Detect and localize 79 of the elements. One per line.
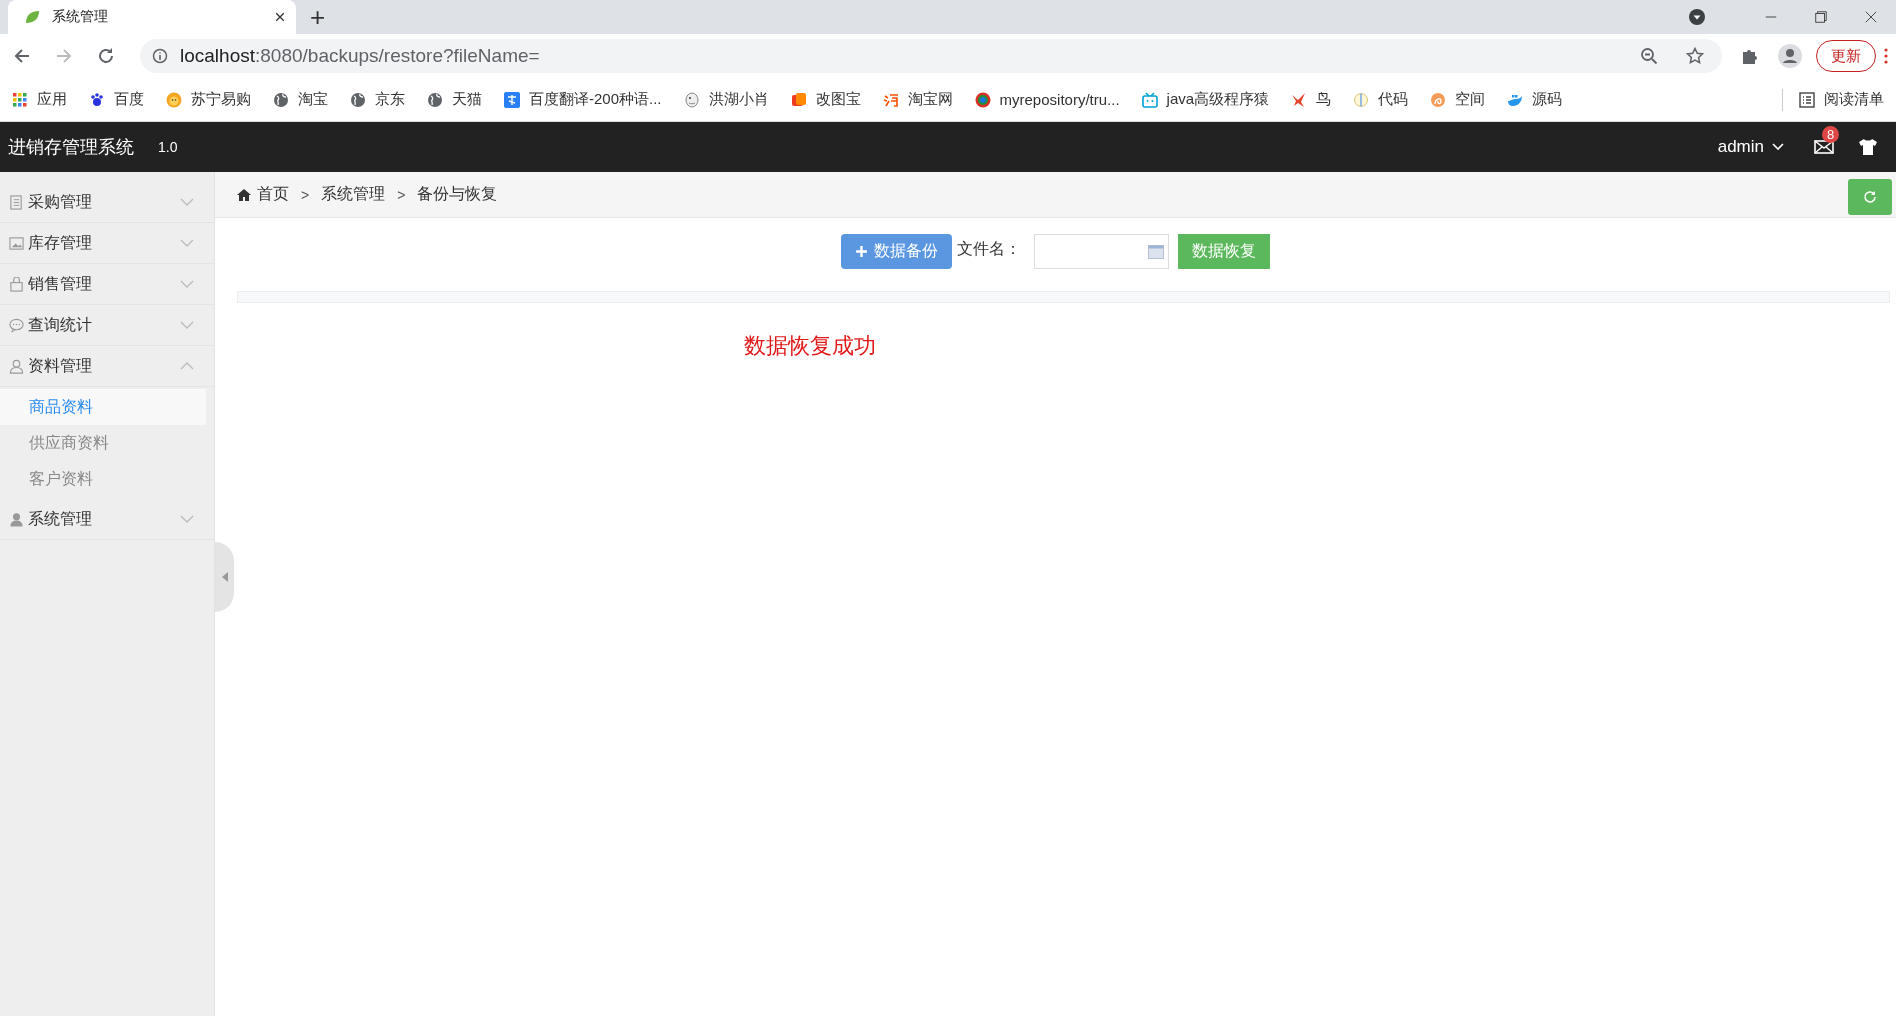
menu-icon[interactable] bbox=[1884, 48, 1888, 64]
swirl-icon bbox=[1430, 91, 1447, 108]
bookmark-link[interactable]: 京东 bbox=[348, 86, 407, 113]
breadcrumb-link[interactable]: 首页 bbox=[237, 184, 289, 205]
document-icon bbox=[9, 194, 24, 210]
globe-icon bbox=[427, 91, 443, 108]
globe-icon bbox=[350, 91, 366, 108]
bookmark-link[interactable]: 淘宝网 bbox=[880, 86, 955, 113]
calendar-icon bbox=[1148, 244, 1164, 259]
bookmark-link[interactable]: java高级程序猿 bbox=[1139, 86, 1272, 113]
filename-label: 文件名： bbox=[957, 239, 1021, 259]
menu-item[interactable]: 查询统计 bbox=[0, 305, 214, 346]
sidebar-collapse-handle[interactable] bbox=[215, 542, 234, 612]
app-title: 进销存管理系统 bbox=[8, 136, 134, 159]
caret-left-icon bbox=[221, 572, 228, 582]
bookmark-link[interactable]: 空间 bbox=[1428, 86, 1488, 113]
shirt-icon[interactable] bbox=[1858, 138, 1878, 156]
app-version: 1.0 bbox=[158, 139, 178, 155]
bookmark-link[interactable]: 洪湖小肖 bbox=[681, 86, 771, 113]
bookmark-link[interactable]: 百度翻译-200种语... bbox=[502, 86, 664, 113]
profile-icon[interactable] bbox=[1778, 44, 1802, 68]
globe-icon bbox=[273, 91, 289, 108]
envelope-icon[interactable] bbox=[1814, 139, 1834, 155]
bookmark-link[interactable]: 天猫 bbox=[425, 86, 484, 113]
plus-icon bbox=[855, 245, 868, 258]
tab-search-icon[interactable] bbox=[1688, 8, 1706, 26]
user-menu[interactable]: admin bbox=[1717, 137, 1784, 157]
leaf-icon bbox=[24, 9, 40, 25]
info-icon bbox=[152, 48, 168, 64]
person-outline-icon bbox=[9, 358, 24, 374]
menu-item[interactable]: 系统管理 bbox=[0, 499, 214, 540]
bookmark-link[interactable]: 应用 bbox=[10, 86, 69, 113]
bookmark-link[interactable]: myrepository/tru... bbox=[972, 87, 1122, 112]
chat-bubble-icon bbox=[9, 317, 24, 333]
home-icon bbox=[237, 188, 251, 201]
menu-item[interactable]: 采购管理 bbox=[0, 182, 214, 223]
refresh-icon bbox=[1863, 189, 1877, 204]
square-icon bbox=[790, 91, 807, 108]
close-icon[interactable] bbox=[274, 11, 286, 23]
bookmark-link[interactable]: 淘宝 bbox=[271, 86, 330, 113]
bookmark-link[interactable]: 改图宝 bbox=[788, 86, 863, 113]
chevron-down-icon bbox=[1772, 143, 1784, 151]
paw-icon bbox=[89, 91, 105, 108]
list-icon bbox=[1799, 91, 1815, 108]
breadcrumb-separator: > bbox=[301, 186, 310, 203]
update-button[interactable]: 更新 bbox=[1816, 40, 1876, 72]
bookmark-link[interactable]: 源码 bbox=[1505, 86, 1565, 113]
reload-icon[interactable] bbox=[96, 46, 116, 66]
translate-icon bbox=[504, 91, 520, 108]
menu-item[interactable]: 库存管理 bbox=[0, 223, 214, 264]
bag-icon bbox=[9, 276, 24, 292]
bookmark-link[interactable]: 百度 bbox=[87, 86, 146, 113]
cartoon-icon bbox=[683, 91, 700, 108]
half-circle-icon bbox=[1353, 91, 1370, 108]
menu-item[interactable]: 销售管理 bbox=[0, 264, 214, 305]
close-window-icon[interactable] bbox=[1864, 10, 1878, 24]
reading-list-button[interactable]: 阅读清单 bbox=[1797, 86, 1886, 113]
breadcrumb-separator: > bbox=[397, 186, 406, 203]
breadcrumb-link[interactable]: 系统管理 bbox=[321, 184, 386, 205]
success-message: 数据恢复成功 bbox=[744, 333, 876, 358]
address-bar[interactable]: localhost:8080/backups/restore?fileName= bbox=[140, 39, 1722, 73]
star-icon[interactable] bbox=[1686, 47, 1704, 65]
image-icon bbox=[9, 235, 24, 251]
zoom-out-icon[interactable] bbox=[1640, 47, 1658, 65]
menu-item[interactable]: 资料管理 bbox=[0, 346, 214, 387]
tv-icon bbox=[1141, 91, 1158, 108]
new-tab-button[interactable]: + bbox=[296, 0, 340, 34]
person-icon bbox=[9, 511, 24, 527]
browser-tab[interactable]: 系统管理 bbox=[8, 0, 296, 34]
bookmark-link[interactable]: 苏宁易购 bbox=[164, 86, 253, 113]
grid-icon bbox=[12, 91, 28, 108]
rainbow-circle-icon bbox=[974, 91, 991, 108]
bookmark-link[interactable]: 鸟 bbox=[1289, 86, 1334, 113]
restore-icon[interactable] bbox=[1814, 10, 1828, 24]
lion-face-icon bbox=[166, 91, 182, 108]
breadcrumb-link[interactable]: 备份与恢复 bbox=[417, 184, 498, 205]
bookmark-link[interactable]: 代码 bbox=[1351, 86, 1411, 113]
filename-field[interactable] bbox=[1034, 234, 1169, 269]
notification-badge: 8 bbox=[1822, 126, 1839, 143]
